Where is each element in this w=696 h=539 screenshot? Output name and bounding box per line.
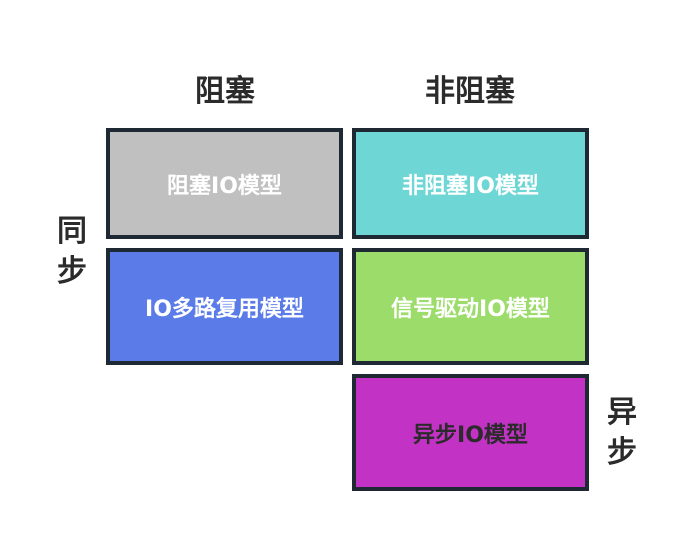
cell-async-io: 异步IO模型 bbox=[352, 374, 589, 491]
cell-blocking-io: 阻塞IO模型 bbox=[106, 128, 343, 239]
cell-non-blocking-io: 非阻塞IO模型 bbox=[352, 128, 589, 239]
column-header-non-blocking: 非阻塞 bbox=[425, 74, 515, 109]
row-header-async-char-1: 异 bbox=[607, 395, 637, 430]
row-header-sync-char-2: 步 bbox=[57, 254, 87, 289]
column-header-blocking: 阻塞 bbox=[195, 74, 255, 109]
row-header-sync: 同 步 bbox=[52, 212, 92, 292]
row-header-async-char-2: 步 bbox=[607, 435, 637, 470]
row-header-sync-char-1: 同 bbox=[57, 214, 87, 249]
cell-io-multiplexing: IO多路复用模型 bbox=[106, 248, 343, 365]
row-header-async: 异 步 bbox=[602, 393, 642, 473]
cell-signal-driven-io: 信号驱动IO模型 bbox=[352, 248, 589, 365]
